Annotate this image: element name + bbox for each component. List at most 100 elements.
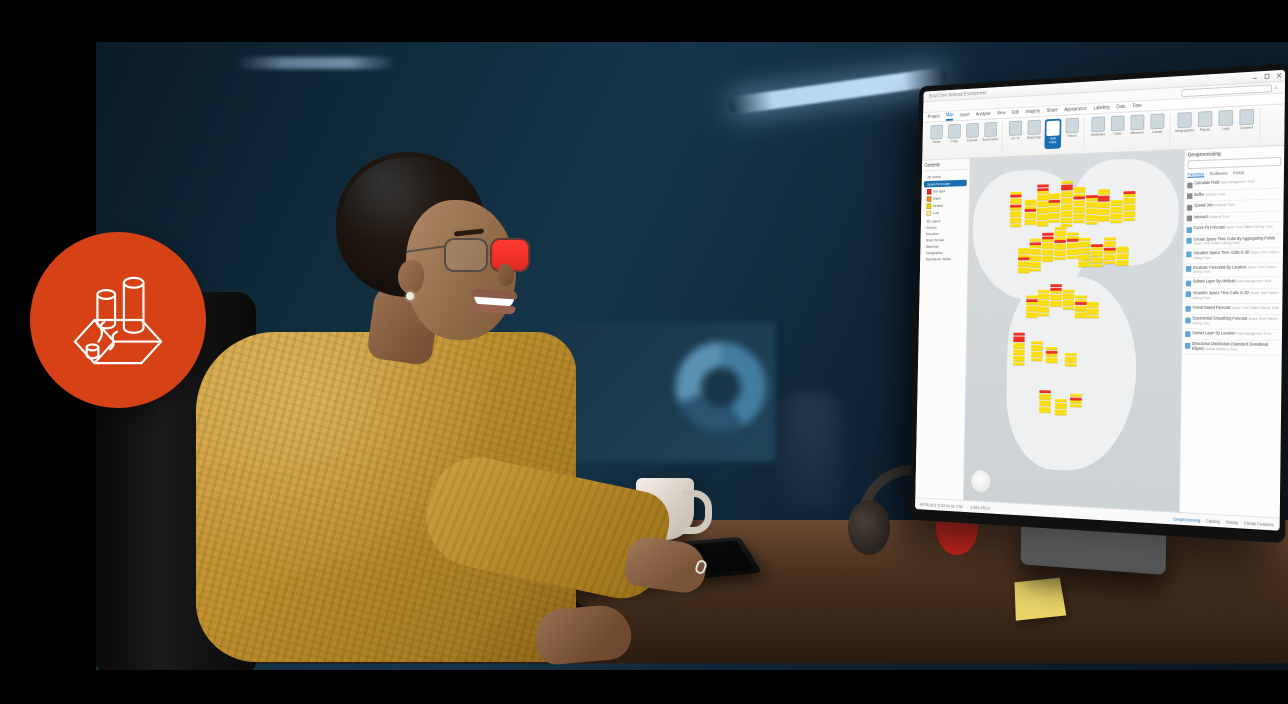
status-coords: 48.09.28.5°S 53.44.01.1°W bbox=[920, 502, 963, 509]
background-person bbox=[776, 392, 846, 512]
ceiling-light bbox=[728, 67, 948, 115]
search-icon[interactable]: ⌕ bbox=[1275, 84, 1278, 90]
smile bbox=[474, 293, 515, 310]
tool-item[interactable]: Directional Distribution (Standard Devia… bbox=[1185, 340, 1279, 355]
gp-tab-favorites[interactable]: Favorites bbox=[1187, 171, 1204, 177]
ribbon-btn-locate[interactable]: Locate bbox=[1148, 113, 1166, 144]
cube-stack bbox=[1070, 394, 1082, 408]
ribbon-tab-analysis[interactable]: Analysis bbox=[976, 111, 991, 117]
cube-stack bbox=[1029, 239, 1041, 272]
cube-stack bbox=[1026, 296, 1038, 319]
ribbon-btn-lock[interactable]: Lock bbox=[1216, 110, 1235, 142]
ribbon-btn-explore[interactable]: Explore bbox=[964, 123, 980, 153]
cube-stack bbox=[1062, 290, 1074, 310]
left-hand bbox=[534, 603, 633, 666]
navigator-compass-icon[interactable] bbox=[970, 469, 991, 494]
toc-item[interactable]: Standalone Tables bbox=[922, 255, 965, 262]
ear bbox=[398, 260, 424, 294]
legend: Hot SpotWarmNeutralCool bbox=[923, 187, 966, 217]
ribbon-btn-go-to[interactable]: Go To bbox=[1007, 121, 1024, 151]
ribbon-btn-clear[interactable]: Clear bbox=[1109, 115, 1127, 146]
ribbon-tab-share[interactable]: Share bbox=[1047, 108, 1058, 114]
head bbox=[336, 152, 511, 352]
ribbon-btn-copy[interactable]: Copy bbox=[946, 124, 962, 154]
cube-stack bbox=[1085, 195, 1097, 225]
cube-stack bbox=[1042, 233, 1054, 263]
ribbon-btn-add-data[interactable]: Add Data bbox=[1044, 119, 1061, 150]
person bbox=[136, 122, 656, 670]
analytics-badge-icon bbox=[30, 232, 206, 408]
tool-list: Calculate Field Data Management ToolsBuf… bbox=[1185, 177, 1281, 356]
ribbon-btn-bookmarks[interactable]: Bookmarks bbox=[982, 122, 998, 152]
cube-stack bbox=[1050, 284, 1062, 307]
space-time-cubes bbox=[993, 173, 1152, 467]
ribbon-btn-pause[interactable]: Pause bbox=[1196, 111, 1214, 143]
cube-stack bbox=[1087, 302, 1099, 319]
tool-item[interactable]: Subset Layer By Attribute Data Managemen… bbox=[1186, 277, 1280, 289]
cube-stack bbox=[1048, 193, 1060, 223]
legend-item: Cool bbox=[923, 209, 966, 217]
cube-stack bbox=[1017, 248, 1029, 274]
ribbon-tab-edit[interactable]: Edit bbox=[1012, 110, 1019, 116]
tool-item[interactable]: Forest-based Forecast Space Time Pattern… bbox=[1185, 303, 1279, 315]
ribbon-btn-paste[interactable]: Paste bbox=[928, 125, 944, 155]
geoprocessing-panel: Geoprocessing FavoritesToolboxesPortal C… bbox=[1179, 146, 1284, 518]
ribbon-tab-appearance[interactable]: Appearance bbox=[1064, 106, 1087, 113]
cube-stack bbox=[1038, 290, 1050, 316]
ribbon-btn-attributes[interactable]: Attributes bbox=[1089, 116, 1106, 147]
glasses bbox=[444, 238, 534, 274]
ribbon-tab-insert[interactable]: Insert bbox=[960, 112, 970, 118]
tool-item[interactable]: Evaluate Forecasts By Location Space Tim… bbox=[1186, 263, 1280, 278]
status-tab-history[interactable]: History bbox=[1225, 519, 1238, 525]
cube-stack bbox=[1061, 181, 1073, 227]
maximize-icon[interactable] bbox=[1264, 73, 1271, 80]
ribbon-btn-select[interactable]: Select bbox=[1063, 118, 1080, 149]
cube-stack bbox=[1098, 189, 1110, 222]
cube-stack bbox=[1110, 200, 1122, 224]
gp-tab-portal[interactable]: Portal bbox=[1233, 170, 1244, 176]
tool-item[interactable]: Create Space Time Cube By Aggregating Po… bbox=[1186, 234, 1280, 250]
ribbon-btn-convert[interactable]: Convert bbox=[1237, 109, 1256, 141]
cube-stack bbox=[1078, 238, 1090, 268]
status-tab-geoprocessing[interactable]: Geoprocessing bbox=[1173, 516, 1200, 522]
cube-stack bbox=[1013, 333, 1025, 366]
ribbon-tab-imagery[interactable]: Imagery bbox=[1025, 109, 1040, 115]
cube-stack bbox=[1036, 185, 1048, 228]
cube-stack bbox=[1123, 191, 1136, 221]
tool-search-input[interactable] bbox=[1187, 157, 1281, 169]
tool-item[interactable]: Visualize Space Time Cube in 2D Space Ti… bbox=[1186, 289, 1280, 304]
project-title: Brazil Zero National Environment bbox=[929, 90, 986, 99]
ribbon-tab-data[interactable]: Data bbox=[1116, 104, 1125, 110]
minimize-icon[interactable] bbox=[1252, 73, 1259, 80]
ribbon-tab-time[interactable]: Time bbox=[1132, 103, 1142, 109]
cube-stack bbox=[1031, 341, 1043, 361]
gis-app-screen: Brazil Zero National Environment ⌕ bbox=[915, 70, 1285, 531]
earring bbox=[406, 292, 414, 300]
nose bbox=[498, 264, 514, 286]
cube-stack bbox=[1116, 246, 1128, 266]
monitor-bezel: Brazil Zero National Environment ⌕ bbox=[910, 63, 1288, 543]
ribbon-btn-measure[interactable]: Measure bbox=[1128, 114, 1146, 145]
status-tab-create-features[interactable]: Create Features bbox=[1244, 520, 1274, 527]
ribbon-btn-basemap[interactable]: Basemap bbox=[1026, 120, 1043, 150]
gp-tab-toolboxes[interactable]: Toolboxes bbox=[1209, 171, 1227, 177]
ribbon-tab-project[interactable]: Project bbox=[928, 114, 940, 120]
cube-stack bbox=[1054, 399, 1066, 416]
tool-item[interactable]: Subset Layer By Location Data Management… bbox=[1185, 329, 1279, 341]
cube-stack bbox=[1046, 347, 1058, 364]
background-donut-chart bbox=[676, 342, 766, 432]
ceiling-light-2 bbox=[236, 57, 396, 69]
ribbon-tab-labeling[interactable]: Labeling bbox=[1093, 105, 1109, 111]
cube-stack bbox=[1024, 199, 1036, 225]
tool-item[interactable]: Visualize Space Time Cube in 3D Space Ti… bbox=[1186, 248, 1280, 264]
cube-stack bbox=[1064, 353, 1076, 366]
ribbon-btn-infographics[interactable]: Infographics bbox=[1175, 112, 1193, 144]
map-3d-view[interactable] bbox=[964, 150, 1184, 512]
cube-stack bbox=[1073, 186, 1085, 223]
close-icon[interactable] bbox=[1276, 72, 1283, 79]
ribbon-tab-view[interactable]: View bbox=[997, 110, 1006, 116]
ribbon-tab-map[interactable]: Map bbox=[946, 112, 954, 121]
contents-panel: Contents 3D Scene SpaceTimeCube Hot Spot… bbox=[915, 159, 970, 500]
tool-item[interactable]: Exponential Smoothing Forecast Space Tim… bbox=[1185, 315, 1279, 330]
status-tab-catalog[interactable]: Catalog bbox=[1206, 518, 1220, 524]
